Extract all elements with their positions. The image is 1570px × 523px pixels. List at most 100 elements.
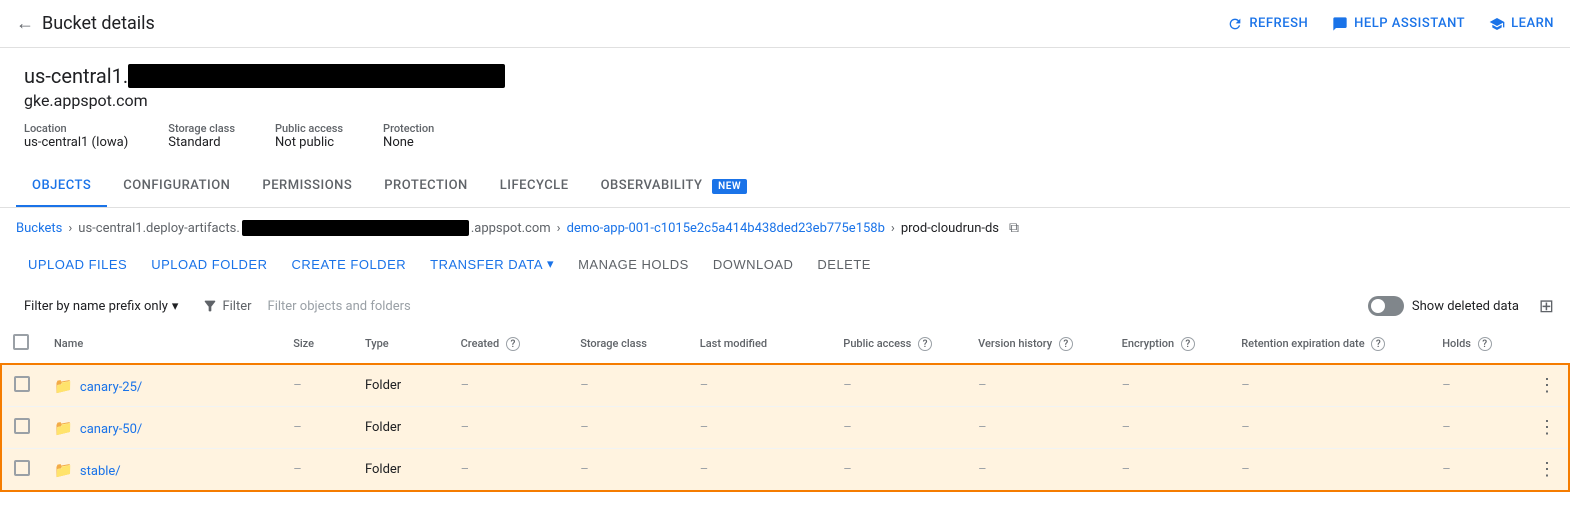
- table-header: Name Size Type Created ? Storage class L…: [1, 324, 1569, 364]
- breadcrumb-current: prod-cloudrun-ds: [901, 221, 999, 236]
- create-folder-button[interactable]: CREATE FOLDER: [280, 249, 419, 280]
- holds-help-icon[interactable]: ?: [1478, 337, 1492, 351]
- tab-observability[interactable]: OBSERVABILITY NEW: [585, 166, 764, 207]
- meta-location-value: us-central1 (Iowa): [24, 135, 128, 150]
- breadcrumb-buckets[interactable]: Buckets: [16, 221, 62, 236]
- transfer-dropdown-icon: ▾: [547, 256, 554, 272]
- top-bar-left: ← Bucket details: [16, 13, 1227, 34]
- new-badge: NEW: [712, 179, 747, 194]
- access-help-icon[interactable]: ?: [918, 337, 932, 351]
- meta-location-label: Location: [24, 122, 128, 135]
- table-row: 📁 canary-25/ – Folder – – – – – – – – ⋮: [1, 364, 1569, 407]
- bucket-name-redacted: ██████████████████████████: [128, 64, 504, 88]
- filter-icon-button[interactable]: Filter: [194, 294, 259, 318]
- row-storage-class: –: [568, 364, 688, 407]
- row-type: Folder: [353, 407, 449, 449]
- bucket-name-prefix: us-central1.: [24, 64, 128, 88]
- tab-permissions[interactable]: PERMISSIONS: [246, 166, 368, 207]
- upload-folder-button[interactable]: UPLOAD FOLDER: [139, 249, 279, 280]
- learn-label: LEARN: [1511, 16, 1554, 31]
- row-size: –: [281, 407, 353, 449]
- table-row: 📁 stable/ – Folder – – – – – – – – ⋮: [1, 449, 1569, 492]
- row-created: –: [449, 449, 569, 492]
- select-all-checkbox[interactable]: [13, 334, 29, 350]
- row-menu-button[interactable]: ⋮: [1538, 375, 1556, 396]
- tabs: OBJECTS CONFIGURATION PERMISSIONS PROTEC…: [0, 166, 1570, 208]
- row-public-access: –: [831, 407, 966, 449]
- delete-button[interactable]: DELETE: [805, 249, 883, 280]
- filter-icon: [202, 298, 218, 314]
- breadcrumb-bucket-name[interactable]: us-central1.deploy-artifacts.███████████…: [78, 220, 550, 236]
- filter-prefix-dropdown[interactable]: Filter by name prefix only ▾: [16, 295, 186, 318]
- help-assistant-button[interactable]: HELP ASSISTANT: [1332, 16, 1465, 32]
- filter-prefix-chevron: ▾: [172, 299, 179, 314]
- table-body: 📁 canary-25/ – Folder – – – – – – – – ⋮ …: [1, 364, 1569, 491]
- upload-files-button[interactable]: UPLOAD FILES: [16, 249, 139, 280]
- show-deleted-toggle[interactable]: [1368, 296, 1404, 316]
- meta-public-access-label: Public access: [275, 122, 343, 135]
- help-icon: [1332, 16, 1348, 32]
- tab-objects[interactable]: OBJECTS: [16, 166, 107, 207]
- meta-protection-label: Protection: [383, 122, 434, 135]
- row-name-link[interactable]: canary-25/: [80, 380, 142, 395]
- row-size: –: [281, 449, 353, 492]
- tab-lifecycle[interactable]: LIFECYCLE: [484, 166, 585, 207]
- row-encryption: –: [1110, 449, 1230, 492]
- density-button[interactable]: ⊞: [1539, 296, 1554, 317]
- toggle-knob: [1371, 299, 1385, 313]
- col-header-size: Size: [281, 324, 353, 364]
- encrypt-help-icon[interactable]: ?: [1181, 337, 1195, 351]
- meta-storage-class: Storage class Standard: [168, 122, 235, 150]
- breadcrumb: Buckets › us-central1.deploy-artifacts.█…: [0, 208, 1570, 248]
- row-holds: –: [1430, 364, 1526, 407]
- meta-public-access-value: Not public: [275, 135, 334, 150]
- row-menu-button[interactable]: ⋮: [1538, 417, 1556, 438]
- row-version-history: –: [966, 449, 1110, 492]
- row-checkbox-0[interactable]: [14, 376, 30, 392]
- row-storage-class: –: [568, 449, 688, 492]
- row-name-link[interactable]: stable/: [80, 464, 121, 479]
- created-help-icon[interactable]: ?: [506, 337, 520, 351]
- refresh-icon: [1227, 16, 1243, 32]
- col-header-encryption: Encryption ?: [1110, 324, 1230, 364]
- bucket-domain: gke.appspot.com: [24, 91, 1546, 110]
- col-header-storage: Storage class: [568, 324, 688, 364]
- row-last-modified: –: [688, 407, 832, 449]
- tab-protection[interactable]: PROTECTION: [368, 166, 483, 207]
- help-label: HELP ASSISTANT: [1354, 16, 1465, 31]
- col-header-type: Type: [353, 324, 449, 364]
- meta-storage-class-value: Standard: [168, 135, 220, 150]
- learn-button[interactable]: LEARN: [1489, 16, 1554, 32]
- row-type: Folder: [353, 449, 449, 492]
- row-version-history: –: [966, 407, 1110, 449]
- row-checkbox-1[interactable]: [14, 418, 30, 434]
- meta-location: Location us-central1 (Iowa): [24, 122, 128, 150]
- row-last-modified: –: [688, 449, 832, 492]
- copy-path-button[interactable]: ⧉: [1009, 220, 1019, 236]
- row-retention: –: [1229, 407, 1430, 449]
- folder-icon: 📁: [54, 419, 73, 437]
- manage-holds-button[interactable]: MANAGE HOLDS: [566, 249, 701, 280]
- filter-input-placeholder[interactable]: Filter objects and folders: [268, 299, 1360, 314]
- breadcrumb-demo-app[interactable]: demo-app-001-c1015e2c5a414b438ded23eb775…: [567, 221, 885, 236]
- crumb-sep-2: ›: [557, 221, 561, 236]
- filter-bar: Filter by name prefix only ▾ Filter Filt…: [0, 288, 1570, 324]
- table-row: 📁 canary-50/ – Folder – – – – – – – – ⋮: [1, 407, 1569, 449]
- row-name-link[interactable]: canary-50/: [80, 422, 142, 437]
- filter-prefix-label: Filter by name prefix only: [24, 299, 168, 314]
- download-button[interactable]: DOWNLOAD: [701, 249, 806, 280]
- top-bar-right: REFRESH HELP ASSISTANT LEARN: [1227, 16, 1554, 32]
- version-help-icon[interactable]: ?: [1059, 337, 1073, 351]
- crumb-sep-3: ›: [891, 221, 895, 236]
- tab-configuration[interactable]: CONFIGURATION: [107, 166, 246, 207]
- refresh-button[interactable]: REFRESH: [1227, 16, 1308, 32]
- meta-storage-class-label: Storage class: [168, 122, 235, 135]
- filter-label: Filter: [222, 299, 251, 314]
- show-deleted-label: Show deleted data: [1412, 299, 1519, 314]
- row-checkbox-2[interactable]: [14, 460, 30, 476]
- row-encryption: –: [1110, 407, 1230, 449]
- row-menu-button[interactable]: ⋮: [1538, 459, 1556, 480]
- back-button[interactable]: ←: [16, 13, 34, 34]
- transfer-data-button[interactable]: TRANSFER DATA ▾: [418, 248, 566, 280]
- retention-help-icon[interactable]: ?: [1371, 337, 1385, 351]
